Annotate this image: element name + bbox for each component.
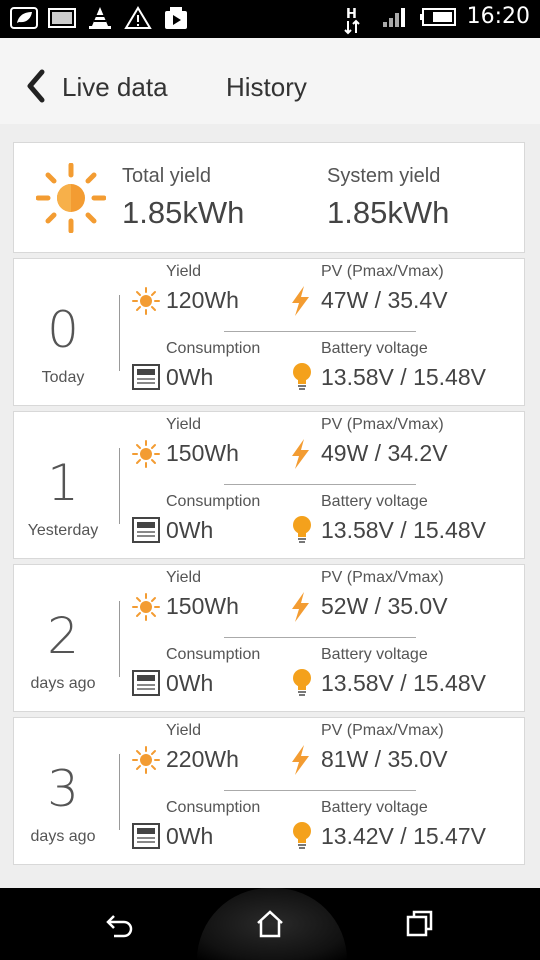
total-yield-label: Total yield — [122, 165, 211, 187]
pv-label: PV (Pmax/Vmax) — [321, 569, 444, 586]
divider — [224, 484, 416, 485]
battery-voltage-value: 13.58V / 15.48V — [321, 517, 486, 543]
tab-history[interactable]: History — [226, 72, 307, 103]
pv-label: PV (Pmax/Vmax) — [321, 416, 444, 433]
divider — [224, 331, 416, 332]
meter-icon — [132, 822, 160, 855]
sun-icon — [132, 440, 160, 473]
lightning-icon — [286, 591, 314, 628]
battery-voltage-value: 13.58V / 15.48V — [321, 670, 486, 696]
day-number: 0 — [47, 301, 79, 359]
total-yield-value: 1.85kWh — [122, 195, 245, 230]
lightning-icon — [286, 744, 314, 781]
day-card[interactable]: 1 Yesterday Yield 150Wh PV (Pmax/Vmax) 49W / … — [13, 411, 525, 559]
pv-value: 47W / 35.4V — [321, 287, 448, 313]
sun-icon — [35, 162, 107, 234]
chevron-left-icon[interactable] — [22, 68, 50, 104]
warning-icon — [124, 6, 152, 30]
day-number: 2 — [47, 607, 79, 665]
yield-value: 150Wh — [166, 440, 239, 466]
consumption-label: Consumption — [166, 799, 261, 816]
h-plus-data-icon: H — [343, 5, 371, 34]
battery-icon — [419, 5, 457, 29]
tab-live-data[interactable]: Live data — [62, 72, 168, 103]
lightning-icon — [286, 285, 314, 322]
day-label: days ago — [30, 675, 96, 692]
yield-label: Yield — [166, 569, 201, 586]
yield-label: Yield — [166, 416, 201, 433]
consumption-label: Consumption — [166, 340, 261, 357]
sun-icon — [132, 746, 160, 779]
divider — [119, 754, 120, 830]
pv-label: PV (Pmax/Vmax) — [321, 722, 444, 739]
day-label: Yesterday — [27, 522, 99, 539]
day-number: 3 — [47, 760, 79, 818]
pv-label: PV (Pmax/Vmax) — [321, 263, 444, 280]
pv-value: 49W / 34.2V — [321, 440, 448, 466]
yield-value: 150Wh — [166, 593, 239, 619]
lightning-icon — [286, 438, 314, 475]
summary-card: Total yield 1.85kWh System yield 1.85kWh — [13, 142, 525, 253]
day-label: days ago — [30, 828, 96, 845]
yield-label: Yield — [166, 263, 201, 280]
vlc-cone-icon — [86, 6, 114, 30]
pv-value: 81W / 35.0V — [321, 746, 448, 772]
day-number: 1 — [47, 454, 79, 512]
meter-icon — [132, 516, 160, 549]
meter-icon — [132, 669, 160, 702]
day-card[interactable]: 0 Today Yield 120Wh PV (Pmax/Vmax) 47W / 35.4… — [13, 258, 525, 406]
battery-voltage-value: 13.42V / 15.47V — [321, 823, 486, 849]
consumption-value: 0Wh — [166, 364, 214, 390]
day-card[interactable]: 3 days ago Yield 220Wh PV (Pmax/Vmax) 81W / 3… — [13, 717, 525, 865]
sun-icon — [132, 593, 160, 626]
bulb-icon — [290, 667, 314, 702]
battery-voltage-label: Battery voltage — [321, 799, 428, 816]
bulb-icon — [290, 514, 314, 549]
day-card[interactable]: 2 days ago Yield 150Wh PV (Pmax/Vmax) 52W / 3… — [13, 564, 525, 712]
status-bar: H 16:20 — [0, 0, 540, 38]
consumption-value: 0Wh — [166, 517, 214, 543]
yield-value: 220Wh — [166, 746, 239, 772]
divider — [119, 601, 120, 677]
pv-value: 52W / 35.0V — [321, 593, 448, 619]
home-icon[interactable] — [254, 908, 286, 940]
media-share-icon — [162, 6, 190, 30]
svg-text:H: H — [346, 7, 357, 22]
yield-label: Yield — [166, 722, 201, 739]
sun-icon — [132, 287, 160, 320]
battery-voltage-label: Battery voltage — [321, 340, 428, 357]
back-icon[interactable] — [104, 908, 136, 940]
image-icon — [48, 6, 76, 30]
battery-voltage-label: Battery voltage — [321, 493, 428, 510]
consumption-label: Consumption — [166, 493, 261, 510]
yield-value: 120Wh — [166, 287, 239, 313]
clock: 16:20 — [466, 4, 530, 29]
consumption-value: 0Wh — [166, 670, 214, 696]
bulb-icon — [290, 820, 314, 855]
divider — [119, 295, 120, 371]
consumption-label: Consumption — [166, 646, 261, 663]
leaf-icon — [10, 6, 38, 30]
navigation-bar — [0, 888, 540, 960]
system-yield-label: System yield — [327, 165, 441, 187]
battery-voltage-value: 13.58V / 15.48V — [321, 364, 486, 390]
consumption-value: 0Wh — [166, 823, 214, 849]
divider — [224, 790, 416, 791]
recents-icon[interactable] — [404, 908, 436, 940]
system-yield-value: 1.85kWh — [327, 195, 450, 230]
meter-icon — [132, 363, 160, 396]
battery-voltage-label: Battery voltage — [321, 646, 428, 663]
signal-icon — [381, 5, 409, 29]
bulb-icon — [290, 361, 314, 396]
day-label: Today — [41, 369, 85, 386]
divider — [119, 448, 120, 524]
app-bar: Live data History — [0, 38, 540, 124]
divider — [224, 637, 416, 638]
